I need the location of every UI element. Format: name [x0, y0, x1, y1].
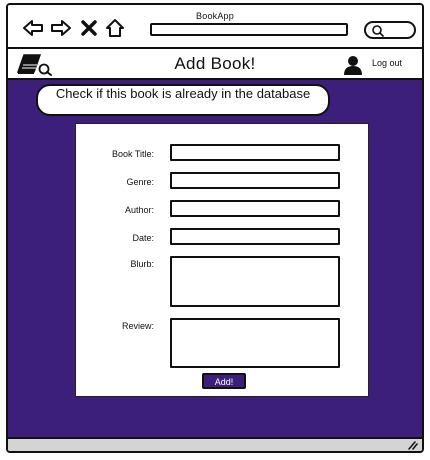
user-icon[interactable]: [342, 54, 364, 76]
hint-callout: Check if this book is already in the dat…: [36, 84, 330, 116]
genre-label: Genre:: [126, 177, 154, 187]
browser-search-field[interactable]: [364, 21, 416, 39]
close-icon[interactable]: [78, 17, 100, 39]
book-title-input[interactable]: [170, 144, 340, 161]
search-icon: [372, 25, 384, 37]
home-icon[interactable]: [104, 17, 126, 39]
app-window: BookApp Add Book! Log out Check if this …: [6, 3, 424, 453]
main-content: Check if this book is already in the dat…: [8, 80, 422, 437]
date-label: Date:: [132, 233, 154, 243]
blurb-label: Blurb:: [130, 259, 154, 269]
back-arrow-icon[interactable]: [22, 17, 44, 39]
hint-callout-text: Check if this book is already in the dat…: [55, 86, 311, 101]
app-header: Add Book! Log out: [8, 49, 422, 80]
date-input[interactable]: [170, 228, 340, 245]
status-bar: [8, 437, 422, 451]
genre-input[interactable]: [170, 172, 340, 189]
review-label: Review:: [121, 321, 154, 331]
browser-toolbar: BookApp: [8, 5, 422, 49]
add-book-button[interactable]: Add!: [202, 373, 246, 389]
add-book-form: Book Title: Genre: Author: Date: Blurb: …: [75, 123, 369, 397]
book-title-label: Book Title:: [111, 149, 154, 159]
logout-link[interactable]: Log out: [372, 58, 402, 68]
review-textarea[interactable]: [170, 318, 340, 368]
blurb-textarea[interactable]: [170, 256, 340, 307]
forward-arrow-icon[interactable]: [50, 17, 72, 39]
resize-grip-icon[interactable]: [406, 440, 418, 450]
address-bar[interactable]: [150, 23, 348, 36]
author-input[interactable]: [170, 200, 340, 217]
author-label: Author:: [124, 205, 154, 215]
